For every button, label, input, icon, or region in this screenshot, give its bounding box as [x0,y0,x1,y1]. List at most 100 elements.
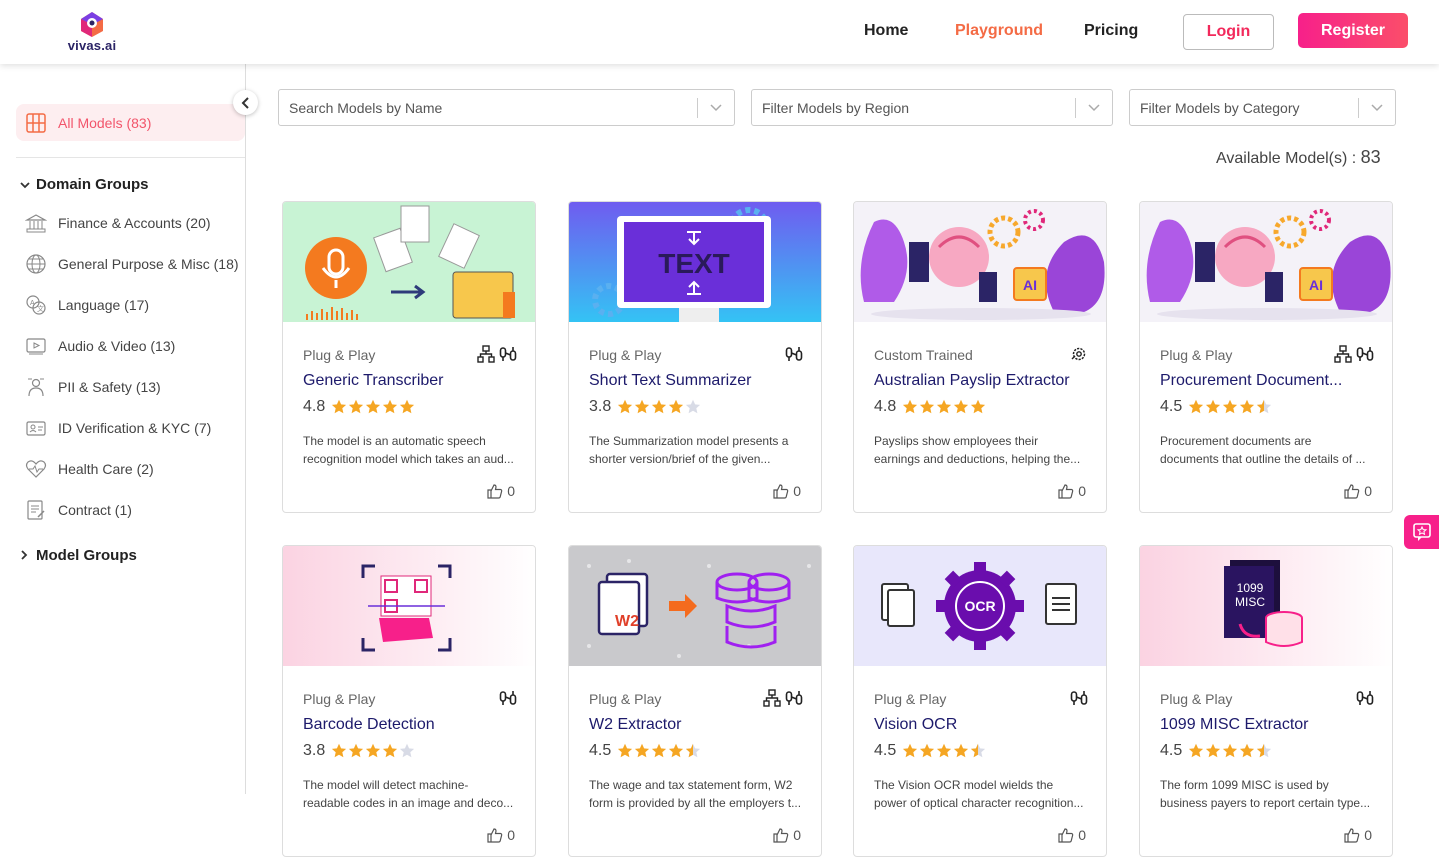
thumbnail-image: AI [1140,202,1392,322]
model-card[interactable]: Plug & Play Generic Transcriber 4.8 The … [282,201,536,513]
model-badges [1334,345,1374,363]
model-thumbnail[interactable] [283,546,535,666]
like-button[interactable]: 0 [1058,483,1086,499]
model-card[interactable]: AI Plug & Play Procurement Document... 4… [1139,201,1393,513]
category-filter-select[interactable] [1129,89,1396,126]
sidebar-item-general[interactable]: General Purpose & Misc (18) [24,252,239,276]
star-chat-icon [1412,523,1431,541]
model-thumbnail[interactable]: TEXT [569,202,821,322]
like-button[interactable]: 0 [1344,827,1372,843]
star-full-icon [400,399,415,414]
region-filter-input[interactable] [752,99,1075,116]
chevron-down-icon[interactable] [1076,103,1112,112]
model-title[interactable]: Australian Payslip Extractor [874,372,1089,390]
shield-person-icon [24,375,48,399]
sidebar-item-health[interactable]: Health Care (2) [24,457,154,481]
like-count: 0 [507,483,515,499]
model-type: Custom Trained [874,347,973,363]
like-button[interactable]: 0 [1344,483,1372,499]
like-count: 0 [1364,827,1372,843]
grid-icon [26,112,46,133]
star-full-icon [903,399,918,414]
star-full-icon [1240,399,1255,414]
model-thumbnail[interactable]: AI [1140,202,1392,322]
sidebar-item-contract[interactable]: Contract (1) [24,498,132,522]
model-thumbnail[interactable] [283,202,535,322]
model-thumbnail[interactable]: W2 [569,546,821,666]
description-line: documents that outline the details of ..… [1160,452,1366,466]
rating-value: 4.5 [589,742,612,759]
thumbnail-image: 1099 MISC [1140,546,1392,666]
description-line: The model is an automatic speech [303,434,486,448]
id-card-icon [24,416,48,440]
model-rating: 4.5 [1160,742,1272,760]
nav-pricing[interactable]: Pricing [1084,22,1138,40]
model-card[interactable]: 1099 MISC Plug & Play 1099 MISC Extracto… [1139,545,1393,857]
star-full-icon [1206,399,1221,414]
model-groups-toggle[interactable]: Model Groups [20,547,137,564]
model-title[interactable]: Procurement Document... [1160,372,1375,390]
sidebar-item-id-verification[interactable]: ID Verification & KYC (7) [24,416,211,440]
collapse-sidebar-button[interactable] [233,90,258,115]
domain-groups-toggle[interactable]: Domain Groups [20,176,149,193]
description-line: earnings and deductions, helping the... [874,452,1081,466]
like-button[interactable]: 0 [773,827,801,843]
model-type: Plug & Play [589,691,662,707]
model-title[interactable]: W2 Extractor [589,716,804,734]
sidebar-item-label: PII & Safety (13) [58,379,161,395]
chevron-down-icon[interactable] [1359,103,1395,112]
model-title[interactable]: Generic Transcriber [303,372,518,390]
like-button[interactable]: 0 [773,483,801,499]
like-button[interactable]: 0 [1058,827,1086,843]
model-title[interactable]: Vision OCR [874,716,1089,734]
star-full-icon [920,399,935,414]
svg-text:文: 文 [37,304,44,313]
sidebar-item-all-models[interactable]: All Models (83) [16,104,245,141]
nav-home[interactable]: Home [864,22,908,40]
model-description: The form 1099 MISC is used by business p… [1160,776,1375,812]
available-label: Available Model(s) : [1216,150,1357,167]
category-filter-input[interactable] [1130,99,1358,116]
thumbs-up-icon [487,484,503,499]
like-button[interactable]: 0 [487,827,515,843]
api-icon [1356,347,1374,361]
register-button[interactable]: Register [1298,13,1408,48]
chevron-down-icon[interactable] [698,103,734,112]
star-empty-icon [686,399,701,414]
description-line: power of optical character recognition..… [874,796,1084,810]
feedback-button[interactable] [1404,515,1439,549]
star-half-icon [1257,743,1272,758]
logo[interactable]: vivas.ai [62,10,122,56]
like-button[interactable]: 0 [487,483,515,499]
model-title[interactable]: 1099 MISC Extractor [1160,716,1375,734]
region-filter-select[interactable] [751,89,1113,126]
model-title[interactable]: Barcode Detection [303,716,518,734]
model-thumbnail[interactable]: AI [854,202,1106,322]
rating-stars [331,399,415,415]
model-badges [1356,689,1374,707]
nav-playground[interactable]: Playground [955,22,1043,40]
model-thumbnail[interactable]: 1099 MISC [1140,546,1392,666]
all-models-label: All Models (83) [58,114,152,131]
model-badges [499,689,517,707]
search-name-select[interactable] [278,89,735,126]
model-title[interactable]: Short Text Summarizer [589,372,804,390]
star-empty-icon [400,743,415,758]
logo-mark-icon [81,12,103,37]
model-card[interactable]: W2 Plug & Play W2 Extractor 4.5 The wage… [568,545,822,857]
api-icon [1356,691,1374,705]
model-card[interactable]: AI Custom Trained Australian Payslip Ext… [853,201,1107,513]
sitemap-icon [763,689,781,707]
model-card[interactable]: Plug & Play Barcode Detection 3.8 The mo… [282,545,536,857]
star-full-icon [635,399,650,414]
model-card[interactable]: TEXT Plug & Play Short Text Summarizer 3… [568,201,822,513]
search-name-input[interactable] [279,99,697,116]
login-button[interactable]: Login [1183,14,1274,50]
sidebar-item-language[interactable]: A文 Language (17) [24,293,149,317]
sidebar-item-pii[interactable]: PII & Safety (13) [24,375,161,399]
sidebar-item-finance[interactable]: Finance & Accounts (20) [24,211,211,235]
model-thumbnail[interactable]: OCR [854,546,1106,666]
description-line: The wage and tax statement form, W2 [589,778,793,792]
sidebar-item-audio-video[interactable]: Audio & Video (13) [24,334,175,358]
model-card[interactable]: OCR Plug & Play Vision OCR 4.5 The Visio… [853,545,1107,857]
